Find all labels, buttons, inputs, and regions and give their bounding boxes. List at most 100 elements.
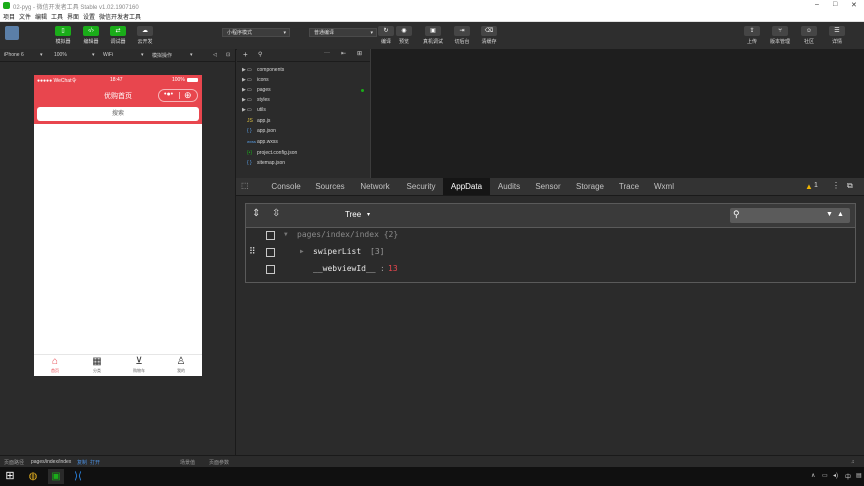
add-file-icon[interactable]: + bbox=[243, 50, 248, 59]
chrome-icon[interactable]: ◍ bbox=[25, 469, 41, 484]
clear-cache-button[interactable]: ⌫ 清缓存 bbox=[476, 26, 502, 45]
minimize-icon[interactable]: – bbox=[815, 1, 819, 8]
vscode-icon[interactable]: ⟩⟨ bbox=[70, 469, 86, 484]
file-item-app-wxss[interactable]: wxss app.wxss bbox=[237, 138, 370, 148]
copy-link[interactable]: 复制 bbox=[77, 459, 87, 466]
upload-button[interactable]: ⇪ 上传 bbox=[739, 26, 765, 45]
simulate-action-select[interactable]: 模拟操作 bbox=[152, 52, 172, 59]
collapse-icon[interactable]: ⇤ bbox=[341, 50, 346, 57]
more-icon[interactable]: ··· bbox=[324, 50, 330, 56]
mode-select[interactable]: 小程序模式 ▾ bbox=[222, 28, 290, 37]
editor-button[interactable]: ‹/› 编辑器 bbox=[78, 26, 104, 45]
arrow-down-icon[interactable]: ▼ bbox=[826, 211, 833, 218]
tab-cart[interactable]: ⊻ 购物车 bbox=[118, 356, 160, 374]
tab-security[interactable]: Security bbox=[401, 178, 441, 195]
collapse-all-icon[interactable]: ⇳ bbox=[272, 208, 280, 219]
volume-icon[interactable]: ◂) bbox=[833, 472, 838, 479]
detach-icon[interactable]: ⊡ bbox=[226, 52, 230, 58]
maximize-icon[interactable]: □ bbox=[833, 1, 837, 8]
close-icon[interactable]: ✕ bbox=[851, 1, 857, 9]
search-icon[interactable]: ⚲ bbox=[258, 51, 262, 58]
scene-value-button[interactable]: 场景值 bbox=[180, 459, 195, 466]
tab-home[interactable]: ⌂ 首页 bbox=[34, 356, 76, 374]
preview-button[interactable]: ◉ 预览 bbox=[391, 26, 417, 45]
menu-item-devtools[interactable]: 微信开发者工具 bbox=[99, 12, 141, 21]
bell-icon[interactable]: ♫ bbox=[851, 459, 855, 465]
checkbox[interactable] bbox=[266, 231, 275, 240]
menu-item-file[interactable]: 文件 bbox=[19, 12, 31, 21]
page-params-button[interactable]: 页面参数 bbox=[209, 459, 229, 466]
tree-row-swiperlist[interactable]: ⠿ ▶ swiperList [3] bbox=[246, 244, 855, 261]
community-button[interactable]: ☺ 社区 bbox=[796, 26, 822, 45]
network-select[interactable]: WiFi bbox=[103, 52, 113, 58]
file-item-sitemap[interactable]: { } sitemap.json bbox=[237, 159, 370, 169]
file-item-project-config[interactable]: {•} project.config.json bbox=[237, 149, 370, 159]
warning-icon[interactable]: ▲ bbox=[805, 182, 813, 191]
appdata-search-input[interactable]: ⚲ ▼ ▲ bbox=[730, 208, 850, 223]
checkbox[interactable] bbox=[266, 248, 275, 257]
tab-user[interactable]: ♙ 我的 bbox=[160, 356, 202, 374]
drag-handle-icon[interactable]: ⠿ bbox=[249, 247, 256, 257]
tab-network[interactable]: Network bbox=[354, 178, 396, 195]
close-target-icon[interactable]: ⊕ bbox=[184, 90, 192, 101]
checkbox[interactable] bbox=[266, 265, 275, 274]
tab-sources[interactable]: Sources bbox=[311, 178, 349, 195]
tab-category[interactable]: ▦ 分类 bbox=[76, 356, 118, 374]
arrow-up-icon[interactable]: ▲ bbox=[837, 211, 844, 218]
version-button[interactable]: ⑂ 版本管理 bbox=[767, 26, 793, 45]
code-editor[interactable] bbox=[371, 49, 864, 178]
tab-trace[interactable]: Trace bbox=[617, 178, 641, 195]
menu-item-project[interactable]: 项目 bbox=[3, 12, 15, 21]
open-link[interactable]: 打开 bbox=[90, 459, 100, 466]
remote-debug-button[interactable]: ▣ 真机调试 bbox=[420, 26, 446, 45]
windows-start-icon[interactable]: ⊞ bbox=[2, 469, 18, 484]
tree-row-root[interactable]: ▼ pages/index/index {2} bbox=[246, 227, 855, 244]
tab-storage[interactable]: Storage bbox=[573, 178, 607, 195]
file-item-app-js[interactable]: JS app.js bbox=[237, 117, 370, 127]
notification-icon[interactable]: ▤ bbox=[856, 472, 862, 479]
avatar[interactable] bbox=[5, 26, 19, 40]
expand-all-icon[interactable]: ⇕ bbox=[252, 208, 260, 219]
file-item-app-json[interactable]: { } app.json bbox=[237, 127, 370, 137]
more-vertical-icon[interactable]: ⋮ bbox=[832, 181, 840, 190]
tab-sensor[interactable]: Sensor bbox=[531, 178, 565, 195]
tab-appdata[interactable]: AppData bbox=[443, 178, 490, 195]
inspect-icon[interactable]: ⬚ bbox=[241, 181, 249, 190]
debugger-button[interactable]: ⇄ 调试器 bbox=[105, 26, 131, 45]
view-mode-select[interactable]: Tree bbox=[345, 210, 361, 219]
split-icon[interactable]: ⊞ bbox=[357, 50, 362, 57]
file-item-components[interactable]: ▶ ▭ components bbox=[237, 66, 370, 76]
search-input[interactable]: 搜索 bbox=[37, 107, 199, 121]
ime-icon[interactable]: 中 bbox=[845, 472, 851, 481]
details-button[interactable]: ☰ 详情 bbox=[824, 26, 850, 45]
switch-background-button[interactable]: ⇥ 切后台 bbox=[449, 26, 475, 45]
eye-icon: ◉ bbox=[396, 26, 412, 36]
tray-chevron-icon[interactable]: ∧ bbox=[811, 472, 815, 479]
file-item-pages[interactable]: ▶ ▭ pages bbox=[237, 86, 370, 96]
menu-item-view[interactable]: 界面 bbox=[67, 12, 79, 21]
tab-console[interactable]: Console bbox=[265, 178, 307, 195]
compile-select[interactable]: 普通编译 ▾ bbox=[309, 28, 377, 37]
mute-icon[interactable]: ◁ bbox=[213, 52, 217, 58]
cloud-dev-button[interactable]: ☁ 云开发 bbox=[132, 26, 158, 45]
device-select[interactable]: iPhone 6 bbox=[4, 52, 24, 58]
tab-audits[interactable]: Audits bbox=[493, 178, 525, 195]
menu-item-settings[interactable]: 设置 bbox=[83, 12, 95, 21]
simulator-button[interactable]: ▯ 模拟器 bbox=[50, 26, 76, 45]
file-name: app.json bbox=[257, 128, 276, 134]
triangle-right-icon[interactable]: ▶ bbox=[300, 248, 304, 255]
tree-row-webviewid[interactable]: __webviewId__ : 13 bbox=[246, 261, 855, 278]
network-tray-icon[interactable]: ▭ bbox=[822, 472, 828, 479]
wechat-devtools-icon[interactable]: ▣ bbox=[48, 469, 64, 484]
file-item-icons[interactable]: ▶ ▭ icons bbox=[237, 76, 370, 86]
dock-icon[interactable]: ⧉ bbox=[847, 181, 853, 191]
zoom-select[interactable]: 100% bbox=[54, 52, 67, 58]
menu-item-tools[interactable]: 工具 bbox=[51, 12, 63, 21]
more-icon[interactable]: •●• bbox=[164, 91, 173, 98]
file-item-utils[interactable]: ▶ ▭ utils bbox=[237, 106, 370, 116]
tab-wxml[interactable]: Wxml bbox=[651, 178, 677, 195]
triangle-down-icon[interactable]: ▼ bbox=[284, 231, 288, 238]
menu-item-edit[interactable]: 编辑 bbox=[35, 12, 47, 21]
file-item-styles[interactable]: ▶ ▭ styles bbox=[237, 96, 370, 106]
phone-simulator: ●●●●● WeChat令 18:47 100% 优购首页 •●• ⊕ 搜索 ⌂… bbox=[34, 75, 202, 376]
